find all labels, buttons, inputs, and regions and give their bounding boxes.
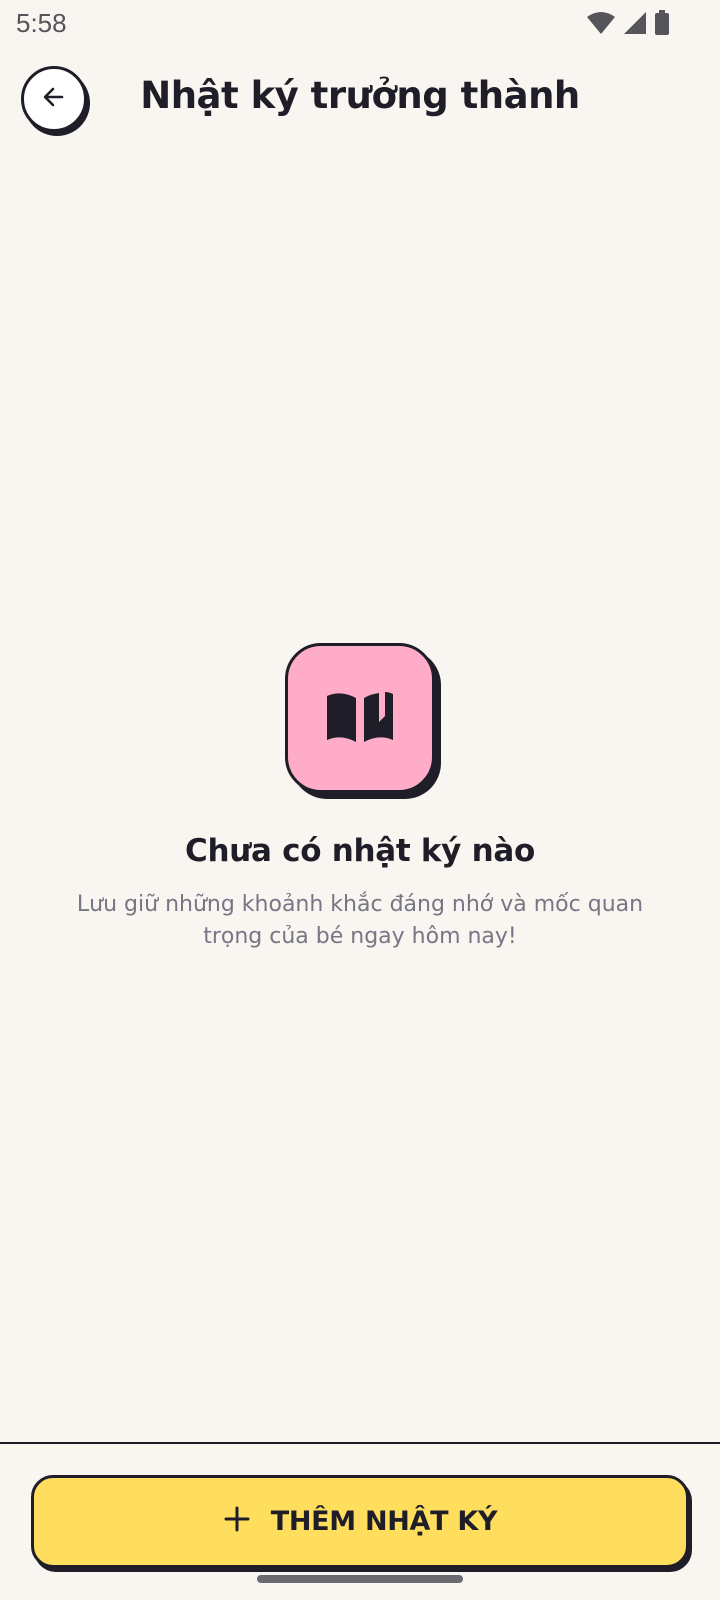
empty-state-description: Lưu giữ những khoảnh khắc đáng nhớ và mố… (76, 892, 644, 949)
status-time: 5:58 (16, 8, 67, 38)
app-header: Nhật ký trưởng thành (0, 60, 720, 140)
status-bar: 5:58 (0, 0, 720, 48)
add-diary-button-label: THÊM NHẬT KÝ (270, 1506, 498, 1537)
book-open-icon (323, 686, 397, 751)
wifi-icon (586, 11, 616, 40)
bottom-divider (0, 1442, 720, 1444)
status-icons (586, 10, 670, 41)
empty-state-title: Chưa có nhật ký nào (185, 833, 535, 869)
screen: 5:58 Nhật ký trưởng thành Chưa có nhật k… (0, 0, 720, 1600)
home-indicator[interactable] (257, 1575, 463, 1583)
page-title: Nhật ký trưởng thành (140, 74, 580, 117)
empty-state-icon-tile (285, 643, 435, 793)
plus-icon (223, 1505, 251, 1538)
signal-icon (622, 11, 648, 40)
add-diary-button[interactable]: THÊM NHẬT KÝ (31, 1475, 689, 1568)
empty-state: Chưa có nhật ký nào Lưu giữ những khoảnh… (0, 643, 720, 953)
battery-icon (654, 10, 670, 41)
